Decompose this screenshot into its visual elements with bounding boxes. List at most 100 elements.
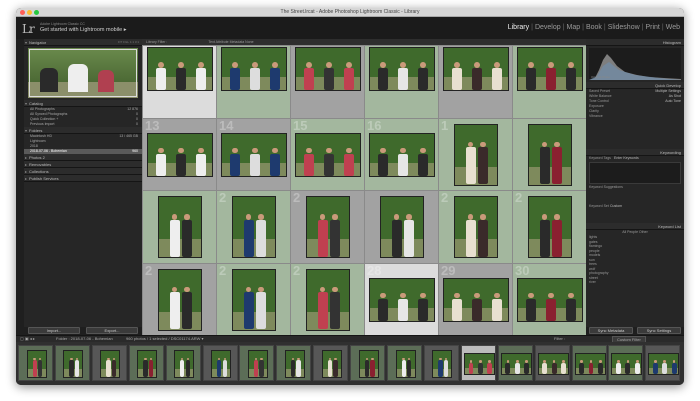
item-label: Previous Import <box>30 122 55 126</box>
item-label: 2018 <box>30 144 38 148</box>
filmstrip-thumbnail[interactable] <box>387 345 422 381</box>
title-bar: The Street.lrcat - Adobe Photoshop Light… <box>16 8 684 17</box>
keywording-header[interactable]: Keywording <box>586 149 684 156</box>
grid-cell[interactable]: 2 <box>290 190 366 265</box>
filmstrip-thumbnail[interactable] <box>239 345 275 381</box>
photo-thumbnail <box>232 196 276 258</box>
triangle-right-icon: ▸ <box>25 162 28 167</box>
grid-cell[interactable]: 2 <box>142 262 218 335</box>
cell-index: 16 <box>367 117 382 133</box>
photo-thumbnail <box>574 353 606 375</box>
module-slideshow[interactable]: Slideshow <box>608 24 640 31</box>
grid-cell[interactable] <box>512 45 586 120</box>
keyword-entry-area[interactable] <box>589 162 681 184</box>
task-label[interactable]: Get started with Lightroom mobile ▸ <box>40 27 127 33</box>
triangle-right-icon: ▸ <box>25 155 28 160</box>
filmstrip-thumbnail[interactable] <box>571 345 607 381</box>
filmstrip-thumbnail[interactable] <box>460 345 496 381</box>
grid-cell[interactable] <box>142 190 218 265</box>
grid-cell[interactable]: 2 <box>512 190 586 265</box>
grid-cell[interactable] <box>364 190 440 265</box>
photo-thumbnail <box>443 47 509 91</box>
navigator-preview[interactable] <box>28 48 138 98</box>
filmstrip-thumbnail[interactable] <box>497 345 533 381</box>
filmstrip-thumbnail[interactable] <box>128 345 164 381</box>
module-develop[interactable]: Develop <box>535 24 561 31</box>
grid-cell[interactable]: 28 <box>364 262 440 335</box>
export-button[interactable]: Export... <box>86 327 138 334</box>
photo-thumbnail <box>454 196 498 258</box>
grid-cell[interactable]: 15 <box>290 117 366 193</box>
filmstrip-thumbnail[interactable] <box>18 345 53 381</box>
filter-options[interactable]: Text Attribute Metadata None <box>208 40 253 44</box>
cell-index: 30 <box>515 262 530 278</box>
grid-cell[interactable] <box>512 117 586 193</box>
filmstrip-thumbnail[interactable] <box>202 345 238 381</box>
grid-cell[interactable] <box>364 45 440 120</box>
grid-cell[interactable]: 13 <box>142 117 218 193</box>
filmstrip-thumbnail[interactable] <box>313 345 349 381</box>
catalog-header[interactable]: ▾ Catalog <box>24 100 142 107</box>
filmstrip-thumbnail[interactable] <box>608 345 644 381</box>
navigator-zoom-options[interactable]: FIT FILL 1:1 3:1 <box>118 39 139 46</box>
keyword-list-header[interactable]: Keyword List <box>586 223 684 230</box>
collapsed-panel-header[interactable]: ▸ Collections <box>24 168 142 175</box>
photo-thumbnail <box>380 196 424 258</box>
grid-cell[interactable] <box>438 45 514 120</box>
collapsed-panel-header[interactable]: ▸ Publish Services <box>24 175 142 182</box>
keyword-tags-select[interactable]: Enter Keywords <box>614 156 639 161</box>
keyword-set-select[interactable]: Custom <box>610 204 622 209</box>
grid-cell[interactable]: 29 <box>438 262 514 335</box>
import-button[interactable]: Import... <box>28 327 80 334</box>
grid-cell[interactable]: 16 <box>364 117 440 193</box>
cell-index: 1 <box>441 117 449 133</box>
filmstrip-thumbnail[interactable] <box>276 345 312 381</box>
grid-cell[interactable]: 14 <box>216 117 292 193</box>
grid-cell[interactable]: 30 <box>512 262 586 335</box>
histogram-header[interactable]: Histogram <box>586 39 684 46</box>
photo-thumbnail <box>517 277 583 322</box>
grid-cell[interactable] <box>142 45 218 120</box>
cell-index: 13 <box>145 117 160 133</box>
grid-cell[interactable] <box>290 45 366 120</box>
triangle-down-icon: ▾ <box>25 128 28 133</box>
triangle-down-icon: ▾ <box>25 101 28 106</box>
grid-cell[interactable]: 2 <box>438 190 514 265</box>
module-book[interactable]: Book <box>586 24 602 31</box>
item-label: All Photographs <box>30 107 55 111</box>
module-print[interactable]: Print <box>645 24 659 31</box>
filmstrip-thumbnail[interactable] <box>534 345 570 381</box>
grid-cell[interactable] <box>216 45 292 120</box>
grid-cell[interactable]: 2 <box>216 190 292 265</box>
item-label: All Synced Photographs <box>30 112 68 116</box>
identity-subtitle: Adobe Lightroom Classic CC <box>40 22 85 26</box>
navigator-header[interactable]: ▾ Navigator FIT FILL 1:1 3:1 <box>24 39 142 46</box>
quick-develop-header[interactable]: Quick Develop <box>586 82 684 89</box>
triangle-right-icon: ▸ <box>25 176 28 181</box>
module-map[interactable]: Map <box>566 24 580 31</box>
grid-cell[interactable]: 1 <box>438 117 514 193</box>
photo-thumbnail <box>232 268 276 331</box>
filmstrip-thumbnail[interactable] <box>350 345 386 381</box>
collapsed-panel-header[interactable]: ▸ Photos 2 <box>24 154 142 161</box>
module-library[interactable]: Library <box>508 24 529 31</box>
photo-thumbnail <box>211 350 231 378</box>
filmstrip-thumbnail[interactable] <box>423 345 459 381</box>
filmstrip-thumbnail[interactable] <box>54 345 90 381</box>
sync-settings-button[interactable]: Sync Settings <box>637 327 681 334</box>
module-web[interactable]: Web <box>666 24 680 31</box>
sync-metadata-button[interactable]: Sync Metadata <box>589 327 633 334</box>
photo-thumbnail <box>648 353 680 375</box>
folders-header[interactable]: ▾ Folders <box>24 127 142 134</box>
cell-index: 2 <box>441 190 449 205</box>
keyword-row[interactable]: river <box>586 280 684 285</box>
filmstrip-thumbnail[interactable] <box>645 345 681 381</box>
collapsed-panel-header[interactable]: ▸ Removables <box>24 161 142 168</box>
cell-index: 2 <box>145 262 153 278</box>
photo-thumbnail <box>369 47 435 91</box>
grid-cell[interactable]: 2 <box>290 262 366 335</box>
grid-cell[interactable]: 2 <box>216 262 292 335</box>
photo-thumbnail <box>395 350 416 378</box>
filmstrip-thumbnail[interactable] <box>91 345 127 381</box>
filmstrip-thumbnail[interactable] <box>165 345 201 381</box>
